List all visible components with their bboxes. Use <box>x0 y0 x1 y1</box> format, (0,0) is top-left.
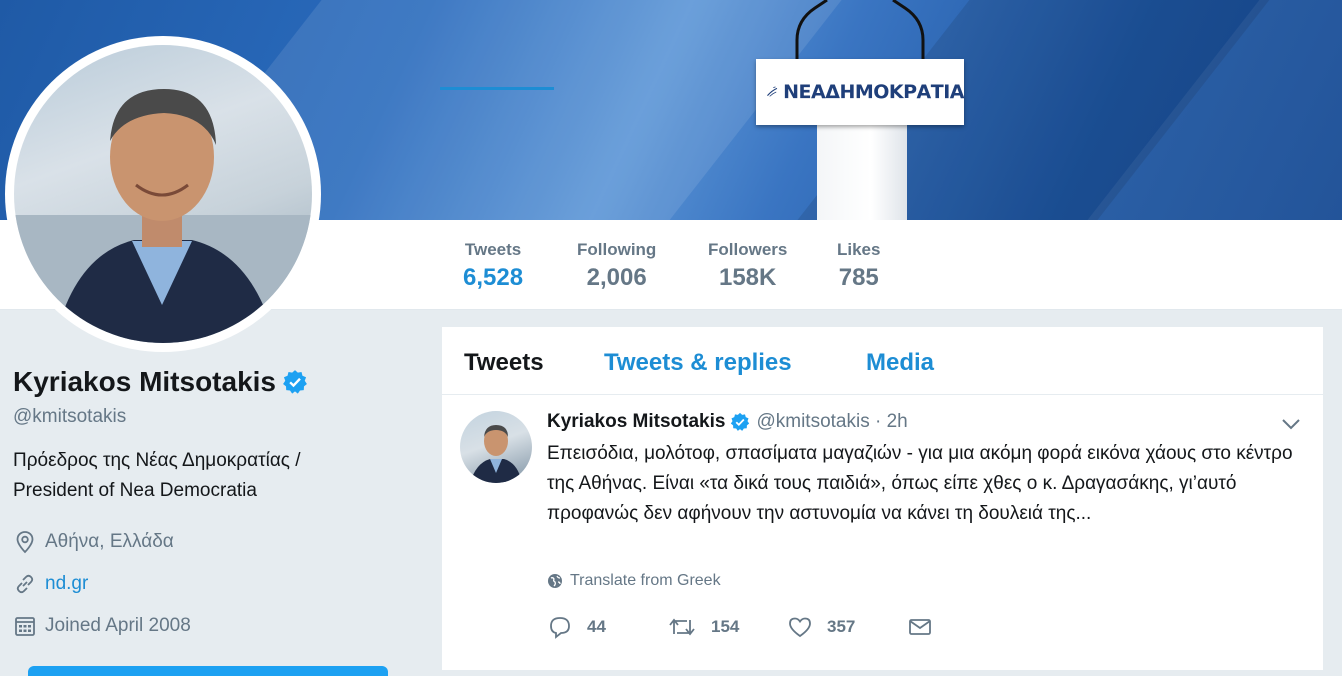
profile-website: nd.gr <box>13 570 413 598</box>
profile-bio: Πρόεδρος της Νέας Δημοκρατίας / Presiden… <box>13 446 413 506</box>
retweet-button[interactable]: 154 <box>667 615 787 639</box>
joined-text: Joined April 2008 <box>45 615 191 636</box>
stat-label: Followers <box>708 240 788 259</box>
tweet-text: Επεισόδια, μολότοφ, σπασίματα μαγαζιών -… <box>547 443 1293 524</box>
retweet-count: 154 <box>711 617 740 636</box>
website-link[interactable]: nd.gr <box>45 573 88 595</box>
profile-avatar[interactable] <box>5 36 321 352</box>
party-logo-sign: ΝΕΑΔΗΜΟΚΡΑΤΙΑ <box>756 59 964 125</box>
tweet-avatar[interactable] <box>460 411 532 483</box>
stat-following[interactable]: Following 2,006 <box>577 240 656 292</box>
tweet-item[interactable]: Kyriakos Mitsotakis @kmitsotakis · 2h Επ… <box>442 327 1323 670</box>
heart-icon <box>789 617 811 638</box>
stat-followers[interactable]: Followers 158K <box>708 240 787 292</box>
stat-label: Following <box>577 240 657 259</box>
tweet-header: Kyriakos Mitsotakis @kmitsotakis · 2h <box>547 411 908 433</box>
direct-message-button[interactable] <box>907 615 947 639</box>
portrait-illustration <box>14 89 312 343</box>
chevron-down-icon[interactable] <box>1280 417 1302 431</box>
stat-value: 2,006 <box>586 264 647 291</box>
party-logo-text: ΝΕΑΔΗΜΟΚΡΑΤΙΑ <box>783 81 964 103</box>
retweet-icon <box>669 618 695 636</box>
profile-handle[interactable]: @kmitsotakis <box>13 406 413 428</box>
podium-pole <box>817 124 907 220</box>
active-stat-underline <box>440 87 554 90</box>
like-button[interactable]: 357 <box>787 615 907 639</box>
follow-button[interactable] <box>28 666 388 676</box>
globe-icon <box>548 574 562 588</box>
profile-card: Kyriakos Mitsotakis @kmitsotakis Πρόεδρο… <box>13 366 413 640</box>
bio-line: President of Nea Democratia <box>13 480 257 501</box>
profile-joined: Joined April 2008 <box>13 612 413 640</box>
verified-badge-icon <box>283 370 307 394</box>
translate-text: Translate from Greek <box>570 572 721 589</box>
profile-location: Αθήνα, Ελλάδα <box>13 528 413 556</box>
verified-badge-icon <box>731 412 750 431</box>
location-pin-icon <box>16 531 34 554</box>
tweet-handle-time[interactable]: @kmitsotakis · 2h <box>756 411 907 433</box>
stat-value: 6,528 <box>463 264 524 291</box>
party-logo-icon <box>767 86 778 97</box>
like-count: 357 <box>827 617 856 636</box>
avatar-photo <box>14 45 312 343</box>
stat-label: Likes <box>837 240 881 259</box>
profile-name[interactable]: Kyriakos Mitsotakis <box>13 366 276 398</box>
translate-link[interactable]: Translate from Greek <box>547 572 721 590</box>
reply-count: 44 <box>587 617 606 636</box>
reply-icon <box>550 617 570 639</box>
tweet-actions: 44 154 357 <box>547 615 947 639</box>
bio-line: Πρόεδρος της Νέας Δημοκρατίας / <box>13 450 301 471</box>
tweet-avatar-illustration <box>470 425 522 483</box>
envelope-icon <box>909 619 931 635</box>
reply-button[interactable]: 44 <box>547 615 667 639</box>
location-text: Αθήνα, Ελλάδα <box>45 531 174 552</box>
tweet-author-name[interactable]: Kyriakos Mitsotakis <box>547 411 725 433</box>
link-icon <box>16 574 34 594</box>
stat-tweets[interactable]: Tweets 6,528 <box>463 240 523 292</box>
stat-likes[interactable]: Likes 785 <box>837 240 880 292</box>
stat-label: Tweets <box>464 240 522 259</box>
calendar-icon <box>15 617 35 636</box>
stat-value: 785 <box>838 264 879 291</box>
stat-value: 158K <box>718 264 777 291</box>
